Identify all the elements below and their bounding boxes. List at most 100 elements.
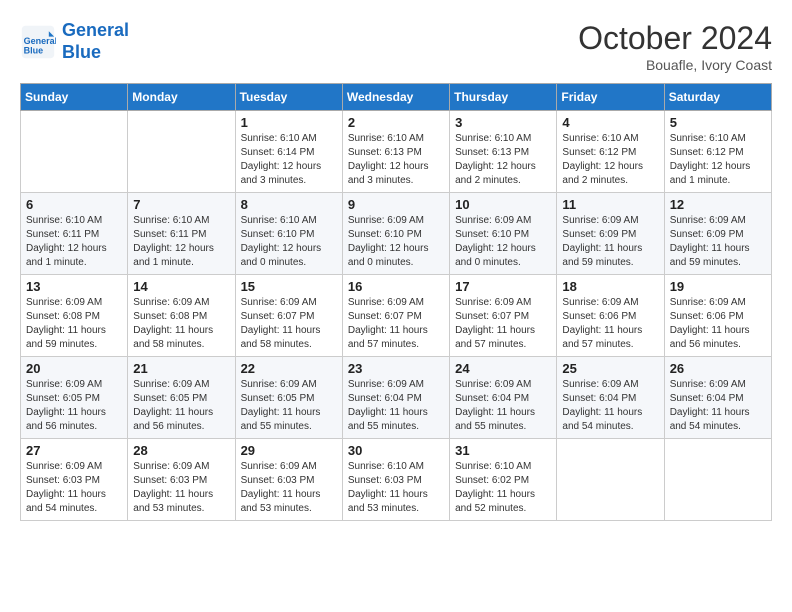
day-info: Sunrise: 6:09 AM Sunset: 6:07 PM Dayligh… (241, 296, 337, 352)
day-info: Sunrise: 6:10 AM Sunset: 6:02 PM Dayligh… (455, 460, 551, 516)
calendar-week-row: 1Sunrise: 6:10 AM Sunset: 6:14 PM Daylig… (21, 111, 772, 193)
day-number: 25 (562, 361, 658, 376)
calendar-cell: 30 Sunrise: 6:10 AM Sunset: 6:03 PM Dayli… (342, 439, 449, 521)
day-number: 11 (562, 197, 658, 212)
day-number: 24 (455, 361, 551, 376)
logo: General Blue General Blue (20, 20, 129, 63)
calendar-cell: 26 Sunrise: 6:09 AM Sunset: 6:04 PM Dayli… (664, 357, 771, 439)
day-info: Sunrise: 6:09 AM Sunset: 6:10 PM Dayligh… (348, 214, 444, 270)
logo-icon: General Blue (20, 24, 56, 60)
day-number: 22 (241, 361, 337, 376)
calendar-cell: 29 Sunrise: 6:09 AM Sunset: 6:03 PM Dayli… (235, 439, 342, 521)
day-info: Sunrise: 6:09 AM Sunset: 6:09 PM Dayligh… (562, 214, 658, 270)
day-number: 8 (241, 197, 337, 212)
day-number: 27 (26, 443, 122, 458)
day-info: Sunrise: 6:09 AM Sunset: 6:09 PM Dayligh… (670, 214, 766, 270)
calendar-cell: 20 Sunrise: 6:09 AM Sunset: 6:05 PM Dayli… (21, 357, 128, 439)
calendar-header-cell: Saturday (664, 84, 771, 111)
calendar-cell: 12 Sunrise: 6:09 AM Sunset: 6:09 PM Dayli… (664, 193, 771, 275)
day-info: Sunrise: 6:09 AM Sunset: 6:05 PM Dayligh… (241, 378, 337, 434)
calendar-cell: 31 Sunrise: 6:10 AM Sunset: 6:02 PM Dayli… (450, 439, 557, 521)
day-info: Sunrise: 6:09 AM Sunset: 6:04 PM Dayligh… (670, 378, 766, 434)
calendar-cell (128, 111, 235, 193)
calendar-cell: 21Sunrise: 6:09 AM Sunset: 6:05 PM Dayli… (128, 357, 235, 439)
day-number: 17 (455, 279, 551, 294)
calendar-cell (21, 111, 128, 193)
calendar-cell: 18 Sunrise: 6:09 AM Sunset: 6:06 PM Dayli… (557, 275, 664, 357)
day-number: 5 (670, 115, 766, 130)
day-info: Sunrise: 6:10 AM Sunset: 6:12 PM Dayligh… (562, 132, 658, 188)
calendar-cell (557, 439, 664, 521)
calendar-cell: 3 Sunrise: 6:10 AM Sunset: 6:13 PM Daylig… (450, 111, 557, 193)
day-number: 23 (348, 361, 444, 376)
day-info: Sunrise: 6:09 AM Sunset: 6:03 PM Dayligh… (241, 460, 337, 516)
day-info: Sunrise: 6:09 AM Sunset: 6:04 PM Dayligh… (455, 378, 551, 434)
day-info: Sunrise: 6:10 AM Sunset: 6:03 PM Dayligh… (348, 460, 444, 516)
day-number: 16 (348, 279, 444, 294)
day-number: 18 (562, 279, 658, 294)
calendar-cell (664, 439, 771, 521)
calendar-cell: 24 Sunrise: 6:09 AM Sunset: 6:04 PM Dayli… (450, 357, 557, 439)
day-number: 6 (26, 197, 122, 212)
day-info: Sunrise: 6:10 AM Sunset: 6:12 PM Dayligh… (670, 132, 766, 188)
day-info: Sunrise: 6:09 AM Sunset: 6:04 PM Dayligh… (348, 378, 444, 434)
day-number: 4 (562, 115, 658, 130)
day-info: Sunrise: 6:10 AM Sunset: 6:13 PM Dayligh… (455, 132, 551, 188)
day-number: 3 (455, 115, 551, 130)
day-info: Sunrise: 6:10 AM Sunset: 6:14 PM Dayligh… (241, 132, 337, 188)
calendar-header-cell: Friday (557, 84, 664, 111)
day-number: 14 (133, 279, 229, 294)
calendar-cell: 11 Sunrise: 6:09 AM Sunset: 6:09 PM Dayli… (557, 193, 664, 275)
calendar-cell: 13Sunrise: 6:09 AM Sunset: 6:08 PM Dayli… (21, 275, 128, 357)
day-info: Sunrise: 6:09 AM Sunset: 6:10 PM Dayligh… (455, 214, 551, 270)
day-info: Sunrise: 6:09 AM Sunset: 6:08 PM Dayligh… (133, 296, 229, 352)
day-info: Sunrise: 6:10 AM Sunset: 6:11 PM Dayligh… (26, 214, 122, 270)
day-number: 31 (455, 443, 551, 458)
calendar-cell: 27 Sunrise: 6:09 AM Sunset: 6:03 PM Dayli… (21, 439, 128, 521)
calendar-week-row: 6 Sunrise: 6:10 AM Sunset: 6:11 PM Daylig… (21, 193, 772, 275)
day-info: Sunrise: 6:09 AM Sunset: 6:05 PM Dayligh… (26, 378, 122, 434)
day-number: 26 (670, 361, 766, 376)
calendar-header-cell: Wednesday (342, 84, 449, 111)
day-info: Sunrise: 6:09 AM Sunset: 6:03 PM Dayligh… (133, 460, 229, 516)
day-info: Sunrise: 6:09 AM Sunset: 6:07 PM Dayligh… (455, 296, 551, 352)
month-year: October 2024 (578, 20, 772, 57)
calendar-cell: 7 Sunrise: 6:10 AM Sunset: 6:11 PM Daylig… (128, 193, 235, 275)
calendar-cell: 1Sunrise: 6:10 AM Sunset: 6:14 PM Daylig… (235, 111, 342, 193)
svg-text:Blue: Blue (24, 45, 44, 55)
logo-text: General Blue (62, 20, 129, 63)
calendar-cell: 23 Sunrise: 6:09 AM Sunset: 6:04 PM Dayli… (342, 357, 449, 439)
calendar-cell: 15 Sunrise: 6:09 AM Sunset: 6:07 PM Dayli… (235, 275, 342, 357)
calendar-header-cell: Thursday (450, 84, 557, 111)
day-info: Sunrise: 6:09 AM Sunset: 6:06 PM Dayligh… (562, 296, 658, 352)
calendar-cell: 22 Sunrise: 6:09 AM Sunset: 6:05 PM Dayli… (235, 357, 342, 439)
day-number: 9 (348, 197, 444, 212)
day-info: Sunrise: 6:10 AM Sunset: 6:13 PM Dayligh… (348, 132, 444, 188)
calendar-cell: 6 Sunrise: 6:10 AM Sunset: 6:11 PM Daylig… (21, 193, 128, 275)
day-number: 30 (348, 443, 444, 458)
day-number: 19 (670, 279, 766, 294)
day-number: 28 (133, 443, 229, 458)
calendar-cell: 4 Sunrise: 6:10 AM Sunset: 6:12 PM Daylig… (557, 111, 664, 193)
day-info: Sunrise: 6:09 AM Sunset: 6:03 PM Dayligh… (26, 460, 122, 516)
day-info: Sunrise: 6:10 AM Sunset: 6:11 PM Dayligh… (133, 214, 229, 270)
day-info: Sunrise: 6:09 AM Sunset: 6:06 PM Dayligh… (670, 296, 766, 352)
calendar-cell: 8 Sunrise: 6:10 AM Sunset: 6:10 PM Daylig… (235, 193, 342, 275)
calendar-header-cell: Sunday (21, 84, 128, 111)
day-number: 2 (348, 115, 444, 130)
day-number: 20 (26, 361, 122, 376)
day-number: 7 (133, 197, 229, 212)
day-number: 12 (670, 197, 766, 212)
calendar-header-cell: Tuesday (235, 84, 342, 111)
calendar-header-row: SundayMondayTuesdayWednesdayThursdayFrid… (21, 84, 772, 111)
day-info: Sunrise: 6:10 AM Sunset: 6:10 PM Dayligh… (241, 214, 337, 270)
calendar-cell: 25 Sunrise: 6:09 AM Sunset: 6:04 PM Dayli… (557, 357, 664, 439)
day-number: 13 (26, 279, 122, 294)
calendar-cell: 10Sunrise: 6:09 AM Sunset: 6:10 PM Dayli… (450, 193, 557, 275)
calendar-week-row: 27 Sunrise: 6:09 AM Sunset: 6:03 PM Dayli… (21, 439, 772, 521)
day-number: 29 (241, 443, 337, 458)
day-number: 15 (241, 279, 337, 294)
day-info: Sunrise: 6:09 AM Sunset: 6:04 PM Dayligh… (562, 378, 658, 434)
calendar-cell: 5 Sunrise: 6:10 AM Sunset: 6:12 PM Daylig… (664, 111, 771, 193)
title-block: October 2024 Bouafle, Ivory Coast (578, 20, 772, 73)
